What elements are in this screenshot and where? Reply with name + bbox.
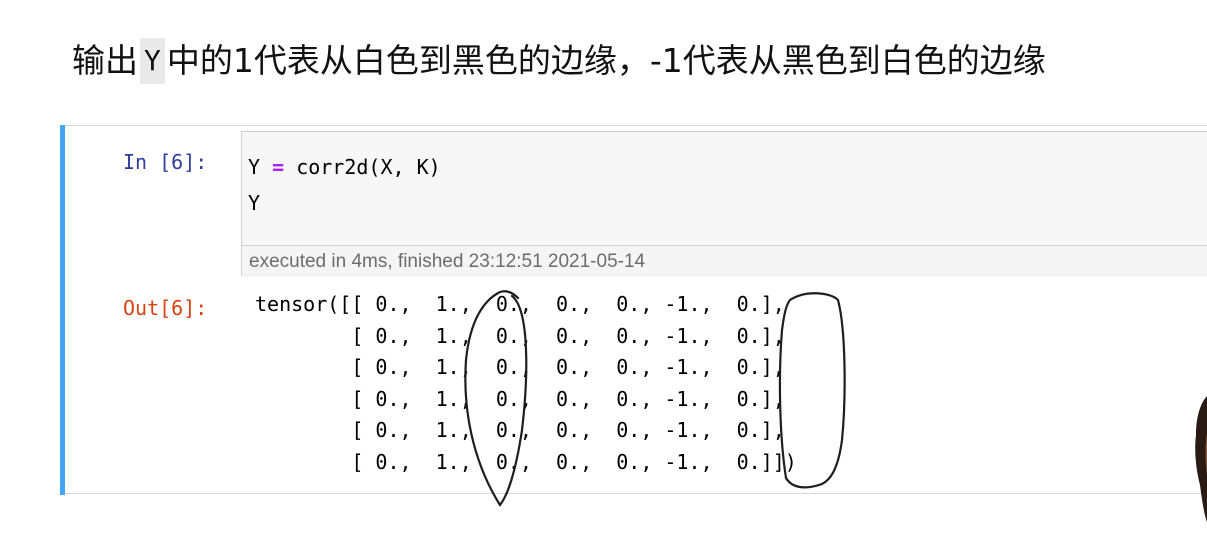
output-line: [ 0., 1., 0., 0., 0., -1., 0.],	[255, 355, 785, 379]
output-line: tensor([[ 0., 1., 0., 0., 0., -1., 0.],	[255, 292, 785, 316]
cell-output: tensor([[ 0., 1., 0., 0., 0., -1., 0.], …	[255, 289, 797, 478]
output-prompt: Out[6]:	[123, 296, 208, 320]
code-call: corr2d(X, K)	[296, 155, 441, 179]
presenter-video-thumbnail	[1195, 396, 1207, 523]
execution-info: executed in 4ms, finished 23:12:51 2021-…	[242, 245, 1207, 277]
headline-code-y: Y	[140, 38, 165, 84]
cell-selection-bar	[60, 125, 65, 495]
output-line: [ 0., 1., 0., 0., 0., -1., 0.]])	[255, 449, 797, 474]
code-editor[interactable]: Y = corr2d(X, K) Y	[248, 149, 441, 221]
output-line: [ 0., 1., 0., 0., 0., -1., 0.],	[255, 386, 785, 411]
headline-suffix: 中的1代表从白色到黑色的边缘，-1代表从黑色到白色的边缘	[166, 41, 1046, 80]
code-line-2: Y	[248, 191, 261, 215]
code-operator: =	[272, 155, 285, 179]
input-prompt: In [6]:	[123, 150, 208, 174]
headline-prefix: 输出	[72, 41, 138, 80]
code-input-area[interactable]: Y = corr2d(X, K) Y executed in 4ms, fini…	[241, 131, 1207, 277]
notebook-cell[interactable]: In [6]: Y = corr2d(X, K) Y executed in 4…	[60, 125, 1207, 495]
code-var: Y	[248, 155, 261, 179]
output-line: [ 0., 1., 0., 0., 0., -1., 0.],	[255, 323, 785, 348]
slide-headline: 输出 Y 中的1代表从白色到黑色的边缘，-1代表从黑色到白色的边缘	[72, 34, 1046, 88]
output-line: [ 0., 1., 0., 0., 0., -1., 0.],	[255, 418, 785, 442]
